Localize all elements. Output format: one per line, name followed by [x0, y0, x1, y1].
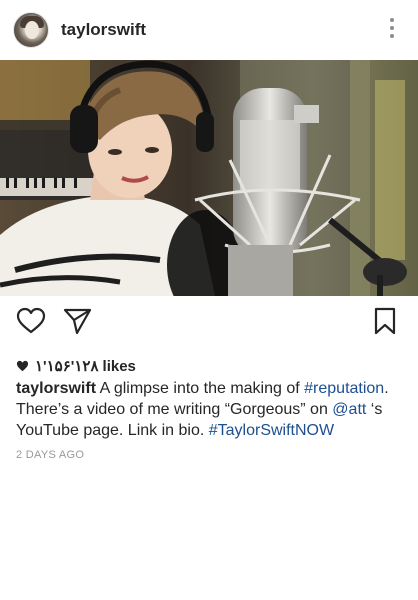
- heart-outline-icon[interactable]: [16, 306, 46, 336]
- likes-count[interactable]: ۱'۱۵۶'۱۲۸ likes: [16, 356, 136, 376]
- likes-label: likes: [102, 357, 136, 375]
- likes-number: ۱'۱۵۶'۱۲۸: [35, 358, 99, 375]
- studio-photo-illustration: [0, 60, 418, 296]
- more-options-icon[interactable]: [388, 18, 396, 42]
- hashtag-taylorswiftnow[interactable]: #TaylorSwiftNOW: [209, 422, 334, 439]
- avatar[interactable]: [13, 12, 49, 48]
- post-caption: taylorswift A glimpse into the making of…: [16, 378, 408, 441]
- username[interactable]: taylorswift: [61, 20, 146, 40]
- heart-filled-icon: [16, 360, 29, 372]
- bookmark-icon[interactable]: [370, 306, 400, 336]
- caption-text: A glimpse into the making of: [96, 380, 305, 397]
- post-actions: [0, 296, 418, 346]
- post-header: taylorswift: [0, 0, 418, 60]
- post-timestamp: 2 DAYS AGO: [16, 449, 85, 461]
- hashtag-reputation[interactable]: #reputation: [304, 380, 384, 397]
- caption-username[interactable]: taylorswift: [16, 380, 96, 397]
- mention-att[interactable]: @att: [332, 401, 366, 418]
- post-photo[interactable]: [0, 60, 418, 296]
- paper-plane-icon[interactable]: [62, 306, 92, 336]
- avatar-face: [25, 21, 39, 39]
